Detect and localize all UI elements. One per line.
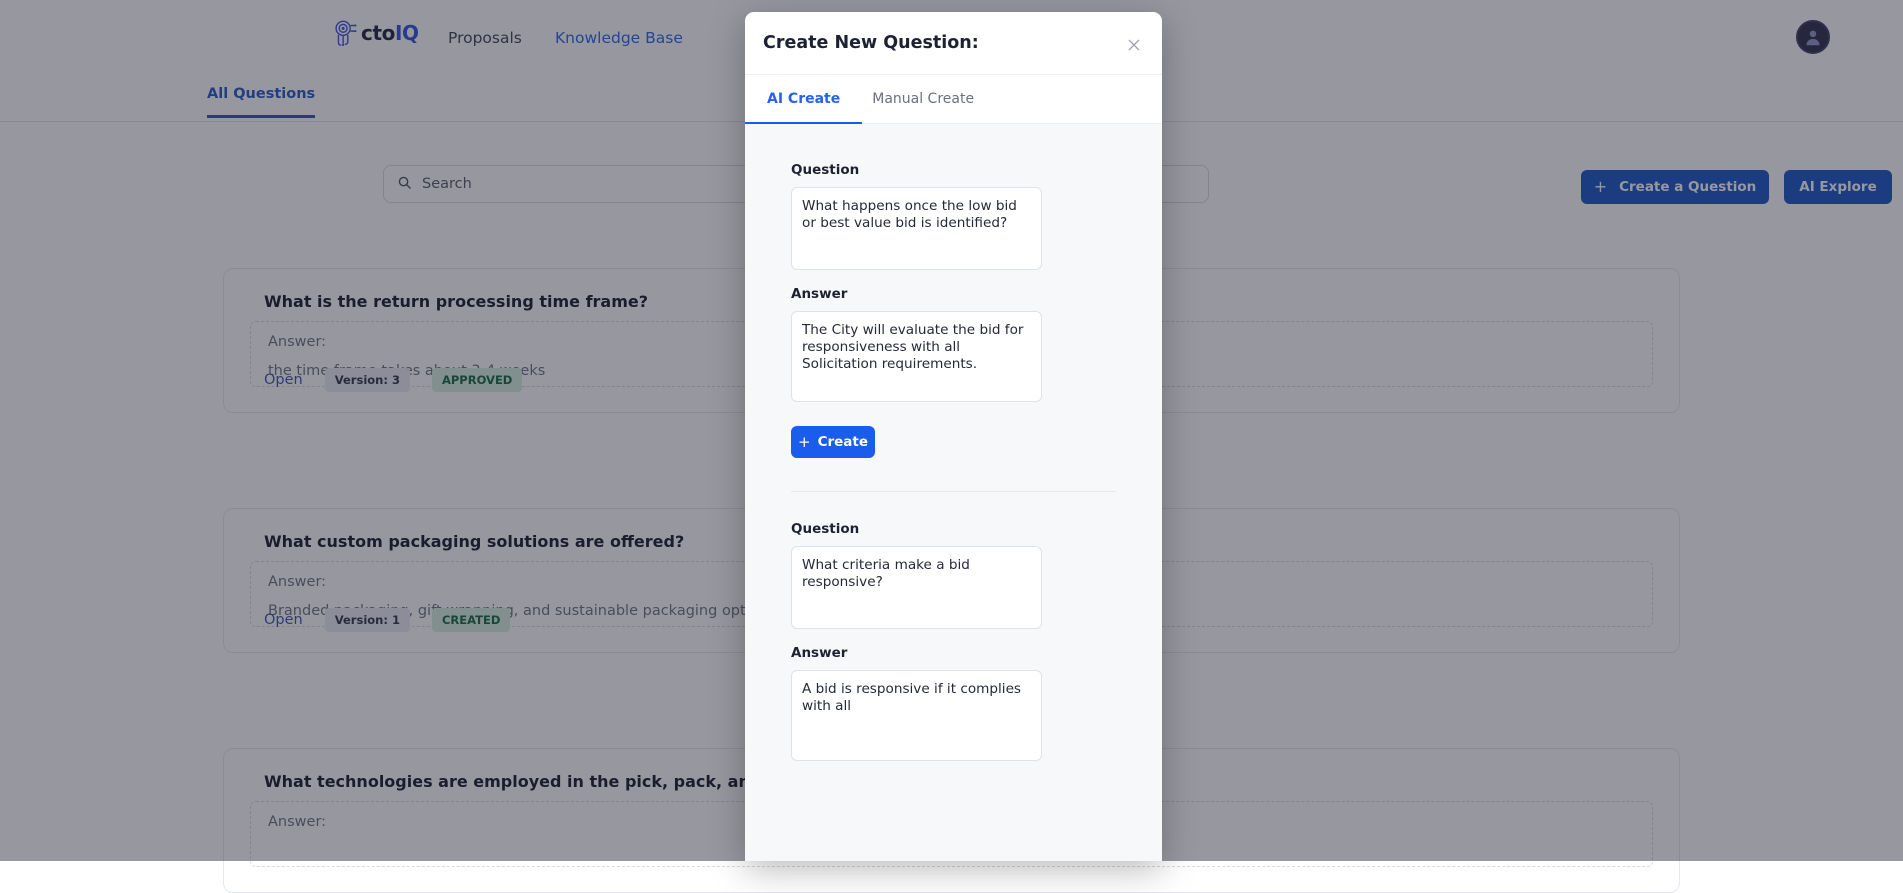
- tab-manual-create[interactable]: Manual Create: [862, 75, 984, 124]
- question-textarea[interactable]: [791, 546, 1042, 629]
- create-new-question-modal: Create New Question: AI Create Manual Cr…: [745, 12, 1162, 861]
- answer-label: Answer: [791, 286, 1116, 302]
- question-label: Question: [791, 162, 1116, 178]
- qa-entry: Question Answer + Create: [745, 162, 1162, 458]
- qa-entry: Question Answer: [745, 521, 1162, 761]
- create-button-label: Create: [818, 434, 868, 450]
- answer-label: Answer: [791, 645, 1116, 661]
- answer-textarea[interactable]: [791, 670, 1042, 761]
- tab-ai-create[interactable]: AI Create: [745, 75, 862, 124]
- modal-tab-bar: AI Create Manual Create: [745, 75, 1162, 124]
- close-icon[interactable]: [1126, 37, 1142, 53]
- modal-body: Question Answer + Create Question Answer: [745, 124, 1162, 861]
- question-textarea[interactable]: [791, 187, 1042, 270]
- plus-icon: +: [798, 435, 811, 450]
- modal-header: Create New Question:: [745, 12, 1162, 75]
- question-label: Question: [791, 521, 1116, 537]
- answer-textarea[interactable]: [791, 311, 1042, 402]
- modal-title: Create New Question:: [763, 33, 979, 53]
- create-button[interactable]: + Create: [791, 426, 875, 458]
